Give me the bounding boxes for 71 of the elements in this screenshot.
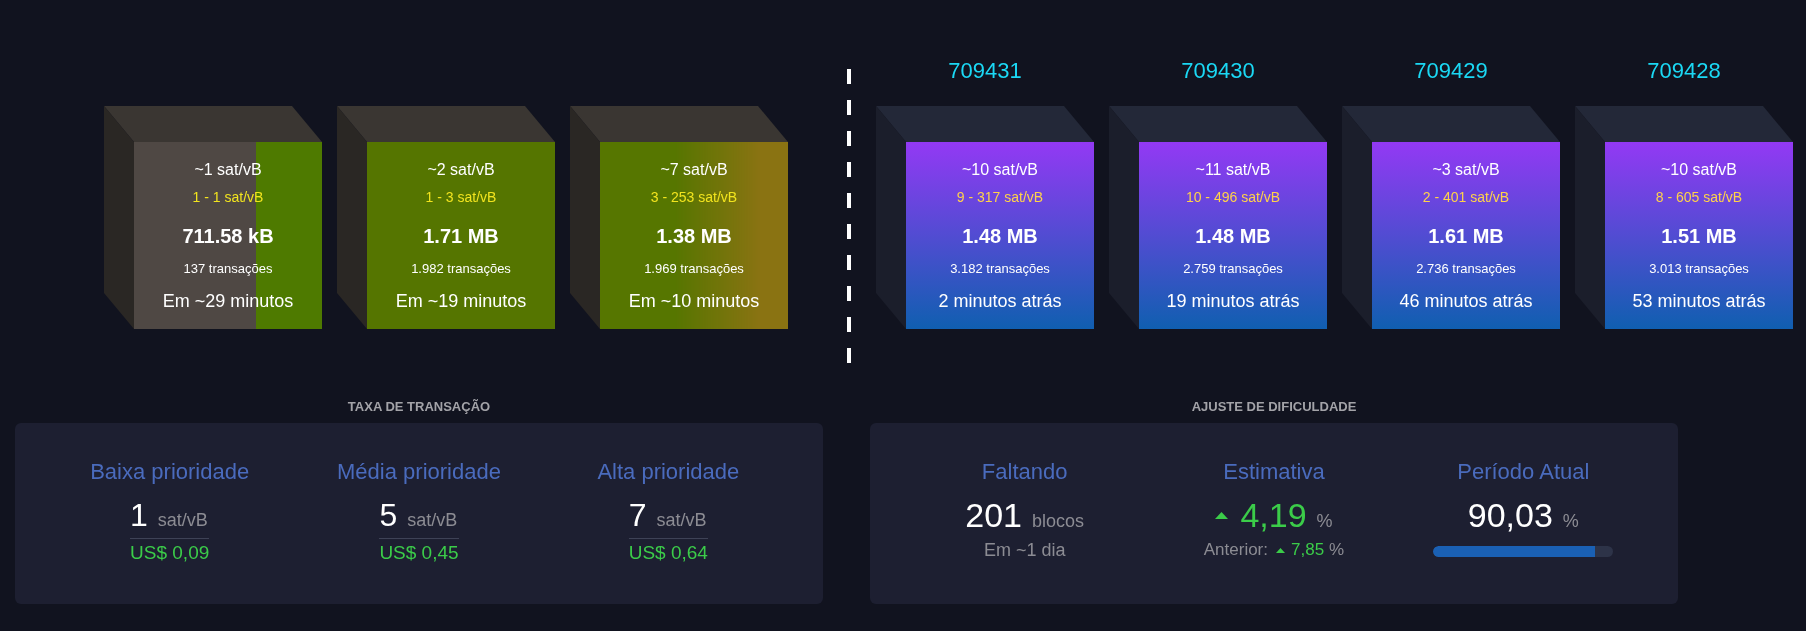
priority-label: Alta prioridade bbox=[597, 459, 740, 485]
block-size: 1.51 MB bbox=[1661, 224, 1737, 248]
mined-block[interactable]: ~10 sat/vB 8 - 605 sat/vB 1.51 MB 3.013 transações 53 minutos atrás bbox=[1575, 106, 1793, 329]
stat-value: 201 bbox=[965, 498, 1022, 532]
mempool-block[interactable]: ~1 sat/vB 1 - 1 sat/vB 711.58 kB 137 transações Em ~29 minutos bbox=[104, 106, 322, 329]
block-height-link[interactable]: 709431 bbox=[948, 56, 1022, 86]
block-size: 1.61 MB bbox=[1428, 224, 1504, 248]
transaction-count: 137 transações bbox=[183, 261, 273, 277]
median-fee: ~7 sat/vB bbox=[660, 160, 728, 180]
section-title: AJUSTE DE DIFICULDADE bbox=[1191, 399, 1357, 415]
fee-value: 1 bbox=[130, 498, 148, 532]
fee-range: 9 - 317 sat/vB bbox=[956, 188, 1044, 206]
fiat-price: US$ 0,45 bbox=[379, 538, 459, 564]
block-height-link[interactable]: 709429 bbox=[1414, 56, 1488, 86]
stat-label: Período Atual bbox=[1457, 459, 1590, 485]
fee-value: 7 bbox=[628, 498, 647, 532]
stat-label: Faltando bbox=[981, 459, 1068, 485]
block-height-link[interactable]: 709428 bbox=[1647, 56, 1721, 86]
eta-time: Em ~29 minutos bbox=[162, 290, 294, 312]
median-fee: ~10 sat/vB bbox=[961, 160, 1038, 180]
section-title: TAXA DE TRANSAÇÃO bbox=[347, 399, 491, 415]
unit-label: % bbox=[1329, 539, 1345, 561]
transaction-count: 1.969 transações bbox=[644, 261, 744, 277]
block-size: 1.38 MB bbox=[656, 224, 732, 248]
block-size: 711.58 kB bbox=[182, 224, 274, 248]
median-fee: ~3 sat/vB bbox=[1432, 160, 1500, 180]
time-estimate: Em ~1 dia bbox=[983, 539, 1066, 561]
stat-value: 90,03 bbox=[1467, 498, 1553, 532]
unit-label: sat/vB bbox=[157, 509, 208, 531]
block-size: 1.48 MB bbox=[962, 224, 1038, 248]
eta-time: Em ~19 minutos bbox=[395, 290, 527, 312]
unit-label: sat/vB bbox=[407, 509, 458, 531]
fee-value: 5 bbox=[379, 498, 398, 532]
transaction-count: 2.759 transações bbox=[1183, 261, 1283, 277]
transaction-count: 3.013 transações bbox=[1649, 261, 1749, 277]
transaction-count: 1.982 transações bbox=[411, 261, 511, 277]
stat-label: Estimativa bbox=[1223, 459, 1325, 485]
unit-label: sat/vB bbox=[656, 509, 707, 531]
previous-value: 7,85 bbox=[1291, 539, 1325, 561]
block-age: 19 minutos atrás bbox=[1166, 290, 1300, 312]
unit-label: % bbox=[1316, 510, 1333, 532]
eta-time: Em ~10 minutos bbox=[628, 290, 760, 312]
block-age: 53 minutos atrás bbox=[1632, 290, 1766, 312]
block-size: 1.48 MB bbox=[1195, 224, 1271, 248]
fiat-price: US$ 0,64 bbox=[628, 538, 708, 564]
block-age: 2 minutos atrás bbox=[938, 290, 1062, 312]
block-height-link[interactable]: 709430 bbox=[1181, 56, 1255, 86]
fee-range: 8 - 605 sat/vB bbox=[1655, 188, 1743, 206]
fee-range: 2 - 401 sat/vB bbox=[1422, 188, 1510, 206]
block-age: 46 minutos atrás bbox=[1399, 290, 1533, 312]
fee-range: 3 - 253 sat/vB bbox=[650, 188, 738, 206]
fiat-price: US$ 0,09 bbox=[130, 538, 210, 564]
unit-label: blocos bbox=[1032, 510, 1085, 532]
median-fee: ~1 sat/vB bbox=[194, 160, 262, 180]
mined-block[interactable]: ~11 sat/vB 10 - 496 sat/vB 1.48 MB 2.759 transações 19 minutos atrás bbox=[1109, 106, 1327, 329]
fee-range: 1 - 3 sat/vB bbox=[425, 188, 497, 206]
stat-value: 4,19 bbox=[1240, 498, 1307, 532]
median-fee: ~2 sat/vB bbox=[427, 160, 495, 180]
priority-label: Baixa prioridade bbox=[90, 459, 250, 485]
unit-label: % bbox=[1562, 510, 1579, 532]
transaction-count: 3.182 transações bbox=[950, 261, 1050, 277]
median-fee: ~10 sat/vB bbox=[1660, 160, 1737, 180]
previous-label: Anterior: bbox=[1203, 539, 1268, 561]
fee-range: 1 - 1 sat/vB bbox=[192, 188, 264, 206]
transaction-count: 2.736 transações bbox=[1416, 261, 1516, 277]
mined-block[interactable]: ~10 sat/vB 9 - 317 sat/vB 1.48 MB 3.182 transações 2 minutos atrás bbox=[876, 106, 1094, 329]
priority-label: Média prioridade bbox=[337, 459, 501, 485]
fee-range: 10 - 496 sat/vB bbox=[1185, 188, 1281, 206]
block-size: 1.71 MB bbox=[423, 224, 499, 248]
median-fee: ~11 sat/vB bbox=[1195, 160, 1271, 180]
mined-block[interactable]: ~3 sat/vB 2 - 401 sat/vB 1.61 MB 2.736 transações 46 minutos atrás bbox=[1342, 106, 1560, 329]
